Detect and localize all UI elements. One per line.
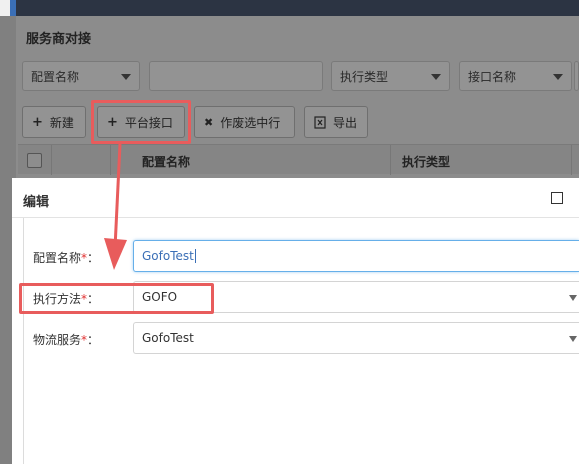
annotation-arrow-overlay	[104, 143, 127, 270]
arrow-line	[113, 143, 122, 249]
arrow-head-icon	[104, 238, 127, 270]
